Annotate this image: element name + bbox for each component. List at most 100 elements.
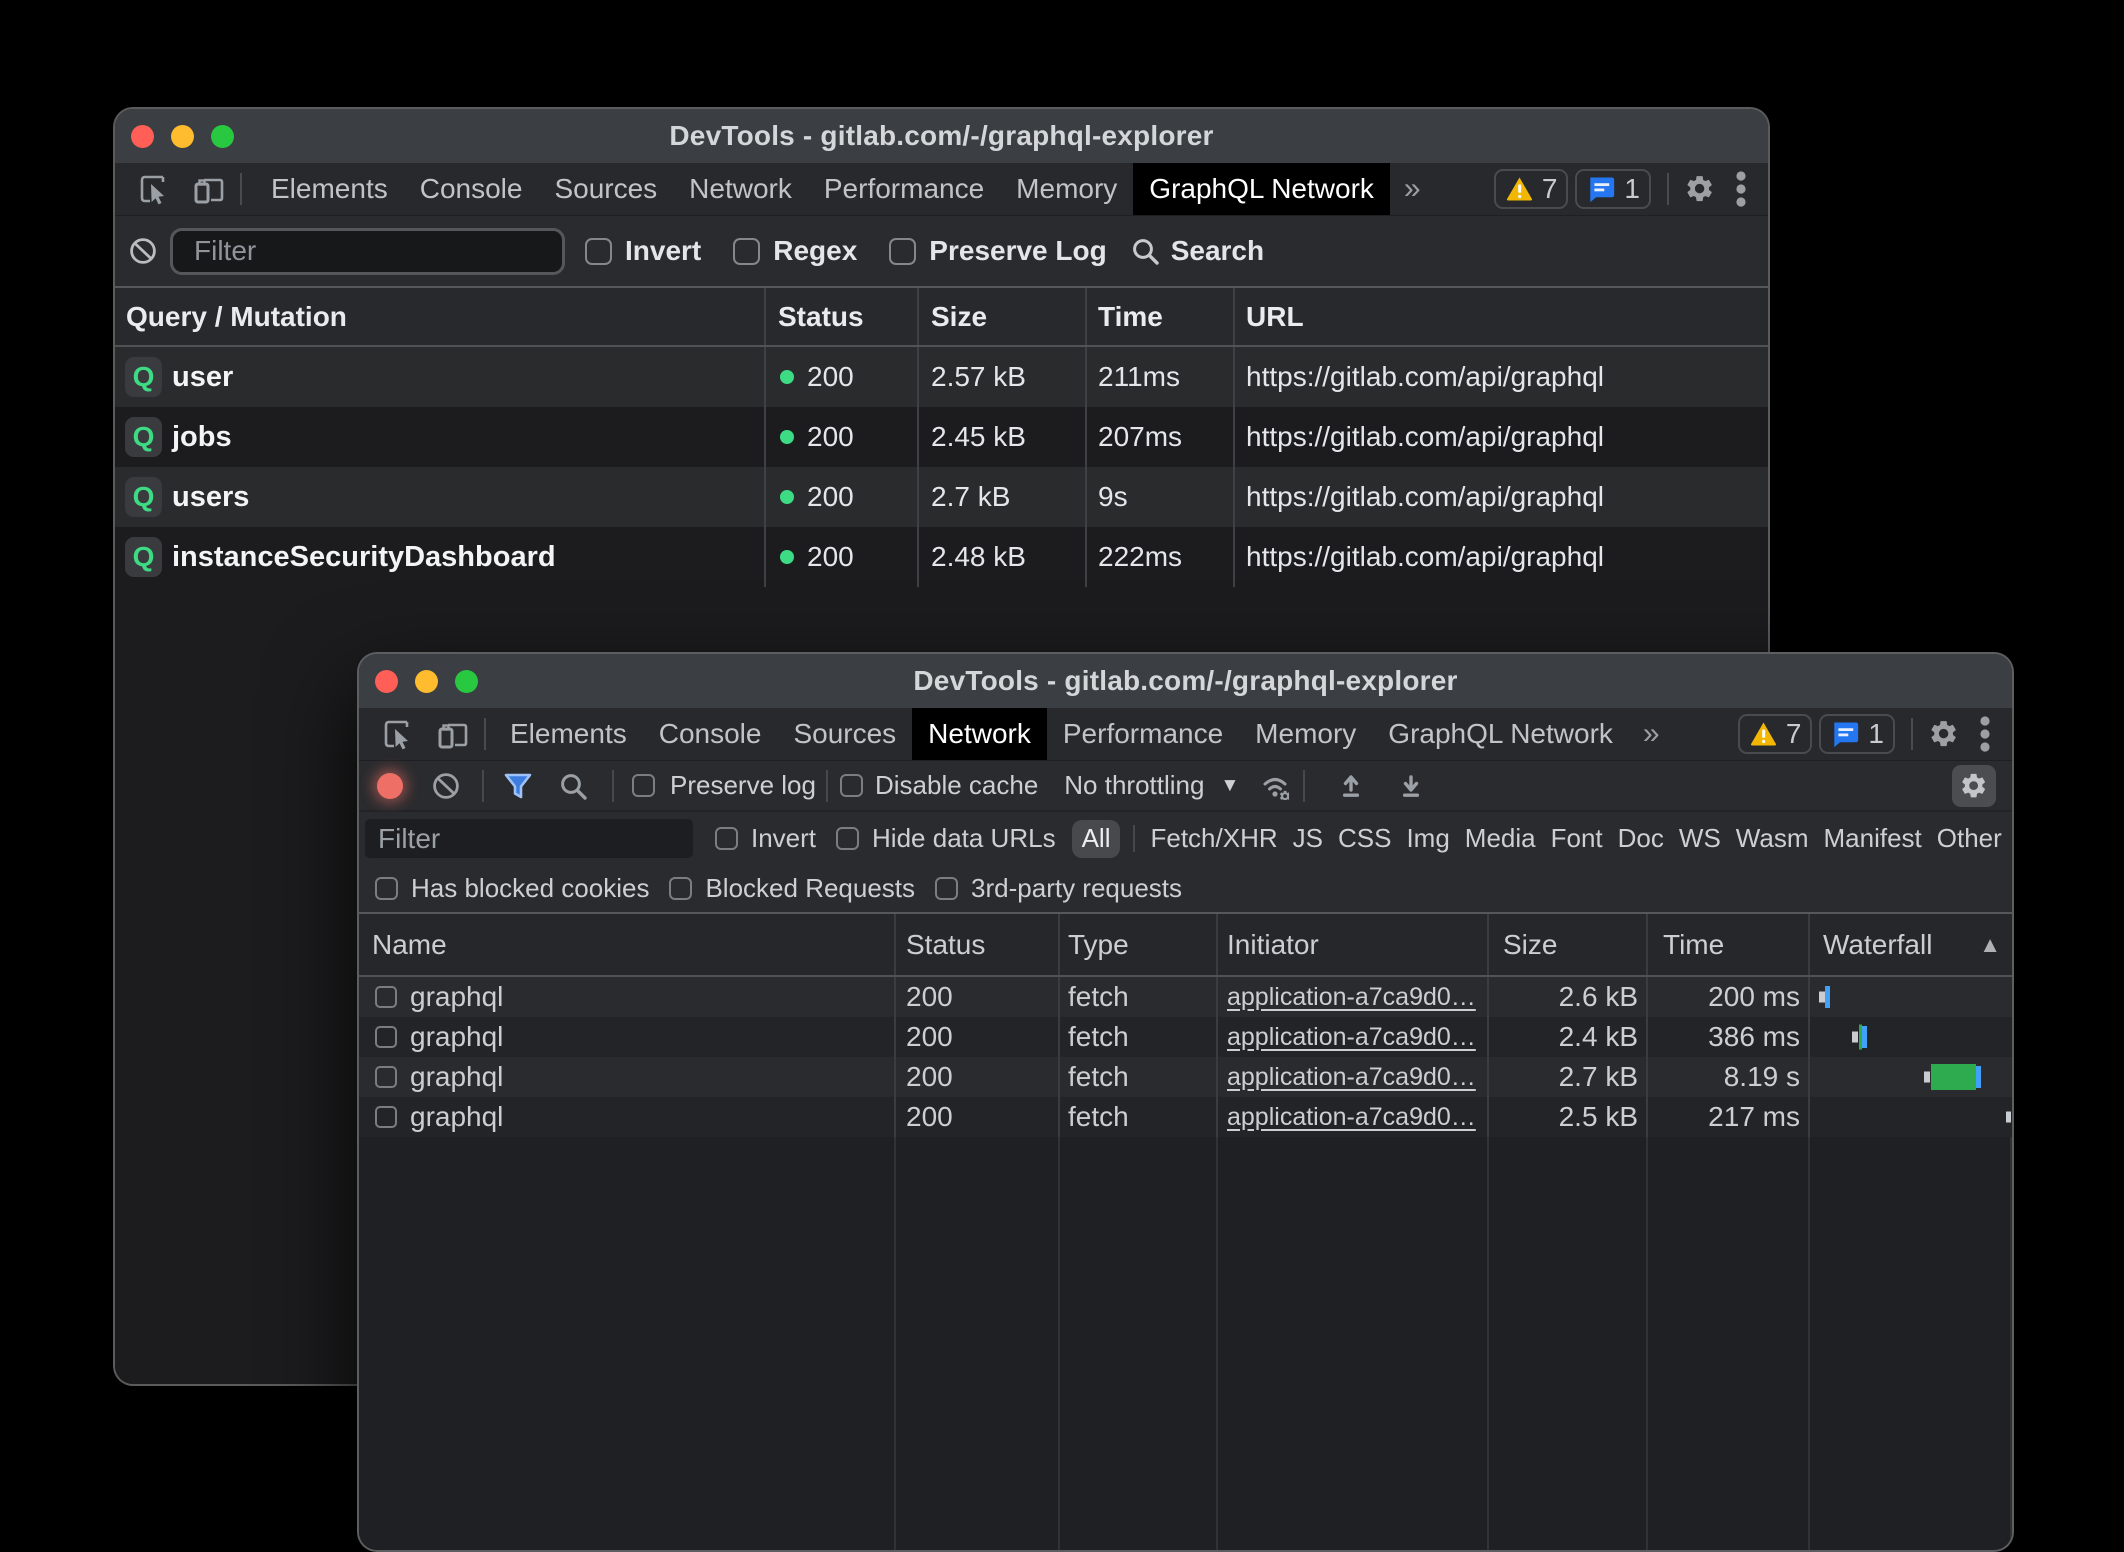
preserve-log-checkbox[interactable] [632,774,655,797]
column-header-size[interactable]: Size [919,288,1087,345]
blocked-requests-checkbox[interactable] [669,877,692,900]
row-checkbox[interactable] [375,1026,397,1048]
record-icon[interactable] [377,773,403,799]
column-header-type[interactable]: Type [1060,914,1218,975]
close-button[interactable] [375,670,398,693]
initiator-link[interactable]: application-a7ca9d0… [1227,1063,1476,1092]
table-row[interactable]: QinstanceSecurityDashboard 200 2.48 kB 2… [115,527,1768,587]
filter-input[interactable] [365,819,693,858]
type-filter-font[interactable]: Font [1551,823,1603,854]
row-checkbox[interactable] [375,986,397,1008]
tab-graphql-network[interactable]: GraphQL Network [1372,708,1629,760]
close-button[interactable] [131,125,154,148]
type-filter-other[interactable]: Other [1937,823,2002,854]
tab-memory[interactable]: Memory [1239,708,1372,760]
tab-console[interactable]: Console [404,163,539,215]
filter-funnel-icon[interactable] [503,772,533,800]
invert-checkbox[interactable] [715,827,738,850]
hide-data-urls-checkbox[interactable] [836,827,859,850]
tab-elements[interactable]: Elements [494,708,643,760]
tab-sources[interactable]: Sources [538,163,673,215]
tab-network[interactable]: Network [912,708,1047,760]
clear-icon[interactable] [129,237,157,265]
initiator-link[interactable]: application-a7ca9d0… [1227,1023,1476,1052]
column-header-size[interactable]: Size [1489,914,1648,975]
more-tabs-icon[interactable]: » [1390,163,1433,215]
type-filter-js[interactable]: JS [1293,823,1323,854]
warnings-badge[interactable]: 7 [1494,169,1569,209]
table-row[interactable]: Qjobs 200 2.45 kB 207ms https://gitlab.c… [115,407,1768,467]
initiator-link[interactable]: application-a7ca9d0… [1227,1103,1476,1132]
chevron-down-icon[interactable]: ▼ [1220,775,1239,797]
invert-checkbox[interactable] [585,238,612,265]
tab-performance[interactable]: Performance [808,163,1000,215]
minimize-button[interactable] [415,670,438,693]
import-har-icon[interactable] [1339,773,1363,799]
type-filter-css[interactable]: CSS [1338,823,1391,854]
third-party-requests-checkbox[interactable] [935,877,958,900]
type-filter-doc[interactable]: Doc [1618,823,1664,854]
settings-gear-icon[interactable] [1684,173,1716,205]
network-settings-gear-icon[interactable] [1952,765,1996,807]
tab-graphql-network[interactable]: GraphQL Network [1133,163,1390,215]
has-blocked-cookies-checkbox[interactable] [375,877,398,900]
column-header-initiator[interactable]: Initiator [1218,914,1489,975]
filter-input[interactable] [170,228,565,275]
regex-checkbox[interactable] [733,238,760,265]
tab-network[interactable]: Network [673,163,808,215]
minimize-button[interactable] [171,125,194,148]
issues-badge[interactable]: 1 [1575,169,1651,209]
row-checkbox[interactable] [375,1106,397,1128]
disable-cache-checkbox[interactable] [840,774,863,797]
type-filter-img[interactable]: Img [1406,823,1449,854]
issues-badge[interactable]: 1 [1819,714,1895,754]
clear-icon[interactable] [432,772,460,800]
search-icon[interactable] [559,772,587,800]
throttling-select[interactable]: No throttling [1064,770,1204,801]
zoom-button[interactable] [455,670,478,693]
initiator-link[interactable]: application-a7ca9d0… [1227,983,1476,1012]
tab-sources[interactable]: Sources [777,708,912,760]
export-har-icon[interactable] [1399,773,1423,799]
inspect-element-icon[interactable] [136,171,172,207]
type-filter-ws[interactable]: WS [1679,823,1721,854]
column-header-time[interactable]: Time [1648,914,1810,975]
column-header-url[interactable]: URL [1235,288,1768,345]
column-header-query-mutation[interactable]: Query / Mutation [115,288,766,345]
column-header-waterfall[interactable]: Waterfall▲ [1810,914,2012,975]
column-header-time[interactable]: Time [1087,288,1235,345]
row-checkbox[interactable] [375,1066,397,1088]
table-row[interactable]: graphql 200 fetch application-a7ca9d0… 2… [359,1017,2012,1057]
tab-elements[interactable]: Elements [255,163,404,215]
settings-gear-icon[interactable] [1928,718,1960,750]
more-tabs-icon[interactable]: » [1629,708,1672,760]
column-header-name[interactable]: Name [359,914,896,975]
type-filter-manifest[interactable]: Manifest [1824,823,1922,854]
device-toolbar-icon[interactable] [434,716,470,752]
table-row[interactable]: graphql 200 fetch application-a7ca9d0… 2… [359,977,2012,1017]
titlebar[interactable]: DevTools - gitlab.com/-/graphql-explorer [115,109,1768,163]
zoom-button[interactable] [211,125,234,148]
network-conditions-icon[interactable] [1261,772,1289,800]
table-row[interactable]: Quser 200 2.57 kB 211ms https://gitlab.c… [115,347,1768,407]
type-filter-wasm[interactable]: Wasm [1736,823,1809,854]
preserve-log-checkbox[interactable] [889,238,916,265]
device-toolbar-icon[interactable] [190,171,226,207]
type-filter-media[interactable]: Media [1465,823,1536,854]
type-filter-fetch-xhr[interactable]: Fetch/XHR [1150,823,1277,854]
table-row[interactable]: graphql 200 fetch application-a7ca9d0… 2… [359,1097,2012,1137]
tab-performance[interactable]: Performance [1047,708,1239,760]
column-header-status[interactable]: Status [896,914,1060,975]
warnings-badge[interactable]: 7 [1738,714,1813,754]
tab-memory[interactable]: Memory [1000,163,1133,215]
inspect-element-icon[interactable] [380,716,416,752]
kebab-menu-icon[interactable] [1980,716,1990,752]
titlebar[interactable]: DevTools - gitlab.com/-/graphql-explorer [359,654,2012,708]
column-header-status[interactable]: Status [766,288,919,345]
tab-console[interactable]: Console [643,708,778,760]
kebab-menu-icon[interactable] [1736,171,1746,207]
table-row[interactable]: Qusers 200 2.7 kB 9s https://gitlab.com/… [115,467,1768,527]
search-toggle[interactable]: Search [1131,235,1264,267]
type-filter-all[interactable]: All [1072,820,1121,858]
table-row[interactable]: graphql 200 fetch application-a7ca9d0… 2… [359,1057,2012,1097]
